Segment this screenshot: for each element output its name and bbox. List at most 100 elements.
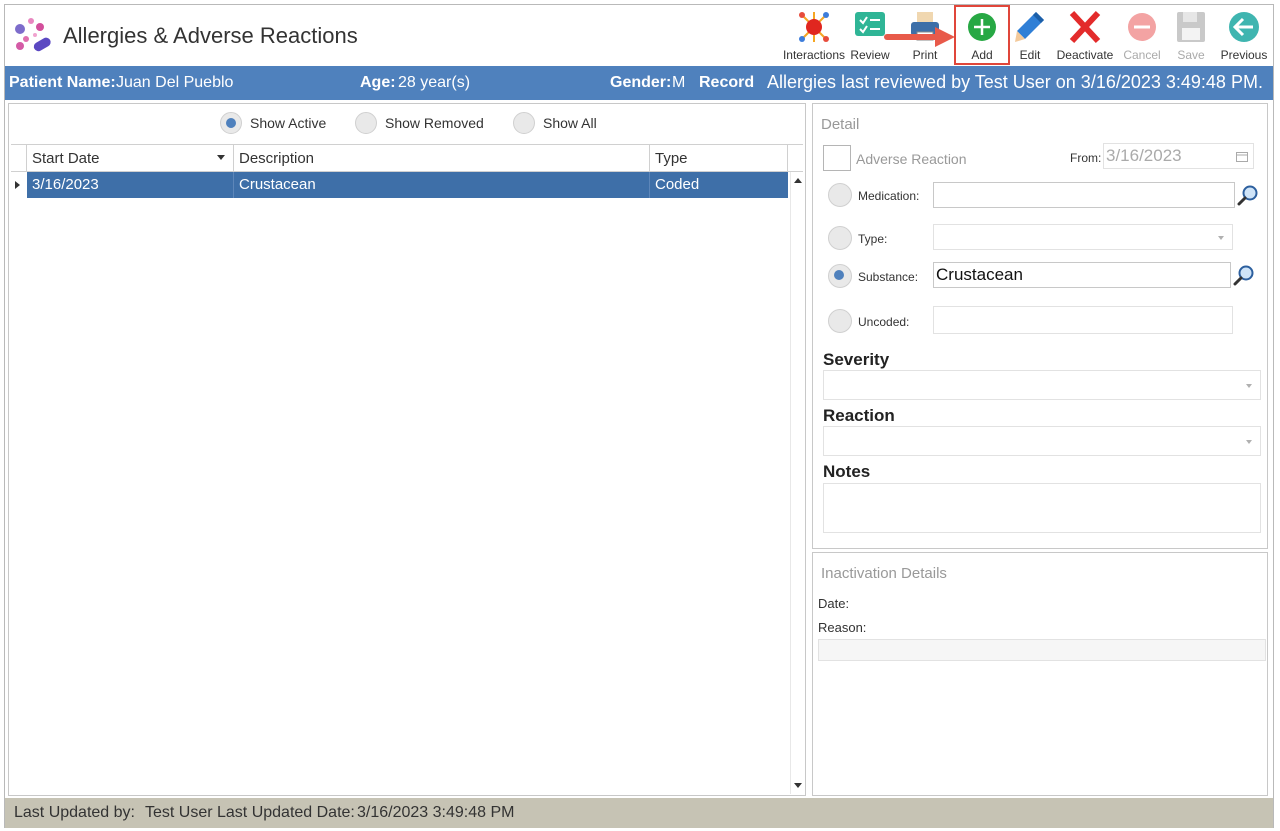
notes-label: Notes: [823, 462, 871, 481]
scroll-up-icon[interactable]: [794, 178, 802, 183]
edit-button[interactable]: Edit: [1010, 7, 1050, 63]
column-label: Start Date: [32, 150, 100, 167]
inactivation-reason-field: [818, 639, 1266, 661]
last-updated-date-value: 3/16/2023 3:49:48 PM: [357, 804, 515, 821]
save-floppy-icon: [1177, 12, 1205, 42]
severity-label: Severity: [823, 350, 890, 369]
uncoded-label: Uncoded:: [858, 315, 910, 329]
substance-input[interactable]: Crustacean: [933, 262, 1231, 288]
inactivation-reason-label: Reason:: [818, 620, 867, 635]
scroll-down-icon[interactable]: [794, 783, 802, 788]
column-header-description[interactable]: Description: [234, 145, 650, 172]
last-reviewed-text: Allergies last reviewed by Test User on …: [767, 72, 1263, 92]
calendar-icon[interactable]: [1236, 151, 1248, 162]
current-row-indicator-icon: [15, 181, 20, 189]
type-radio[interactable]: [828, 226, 852, 250]
severity-dropdown[interactable]: [823, 370, 1261, 400]
radio-indicator: [220, 112, 242, 134]
sort-descending-icon: [217, 155, 225, 160]
detail-title: Detail: [821, 116, 860, 133]
row-header-cell: [11, 145, 27, 172]
medication-input[interactable]: [933, 182, 1235, 208]
substance-radio[interactable]: [828, 264, 852, 288]
column-label: Description: [239, 150, 315, 167]
status-footer: Last Updated by: Test User Last Updated …: [5, 798, 1273, 828]
last-updated-by-label: Last Updated by:: [14, 804, 135, 821]
last-updated-date-label: Last Updated Date:: [217, 804, 355, 821]
reaction-label: Reaction: [823, 406, 895, 425]
cancel-label: Cancel: [1123, 48, 1161, 62]
adverse-reaction-checkbox[interactable]: [823, 145, 851, 171]
add-label: Add: [971, 48, 993, 62]
radio-indicator: [355, 112, 377, 134]
inactivation-date-label: Date:: [818, 596, 850, 611]
show-active-label: Show Active: [250, 115, 327, 131]
notes-textarea[interactable]: [823, 483, 1261, 533]
deactivate-x-icon: [1069, 10, 1101, 44]
chevron-down-icon: [1246, 440, 1252, 444]
patient-age: 28 year(s): [398, 74, 471, 91]
substance-search-icon[interactable]: [1233, 264, 1255, 286]
grid-header: Start Date Description Type: [11, 145, 803, 172]
save-button[interactable]: Save: [1171, 7, 1211, 63]
uncoded-radio[interactable]: [828, 309, 852, 333]
start-date-cell: 3/16/2023: [27, 172, 234, 198]
title-bar: Allergies & Adverse Reactions Interactio…: [5, 5, 1273, 65]
patient-name-label: Patient Name:: [9, 74, 116, 91]
substance-label: Substance:: [858, 270, 919, 284]
from-date-value: 3/16/2023: [1106, 146, 1182, 165]
inactivation-details-panel: Inactivation Details Date: Reason:: [812, 552, 1268, 796]
pencil-icon: [1015, 12, 1044, 42]
interactions-button[interactable]: Interactions: [782, 7, 846, 63]
review-label: Review: [850, 48, 890, 62]
edit-label: Edit: [1019, 48, 1041, 62]
allergy-list-panel: Show Active Show Removed Show All Start …: [8, 103, 806, 796]
last-updated-by-value: Test User: [145, 804, 213, 821]
interactions-label: Interactions: [782, 48, 846, 62]
show-all-label: Show All: [543, 115, 597, 131]
type-label: Type:: [858, 232, 888, 246]
show-removed-label: Show Removed: [385, 115, 484, 131]
allergy-grid: Start Date Description Type 3/16/2023 Cr…: [11, 144, 804, 794]
chevron-down-icon: [1246, 384, 1252, 388]
column-header-start-date[interactable]: Start Date: [27, 145, 234, 172]
add-plus-icon: [968, 13, 996, 41]
annotation-arrow: [884, 27, 955, 47]
cancel-button[interactable]: Cancel: [1120, 7, 1164, 63]
previous-label: Previous: [1220, 48, 1268, 62]
previous-arrow-icon: [1229, 12, 1259, 42]
table-row[interactable]: 3/16/2023 Crustacean Coded: [27, 172, 788, 198]
type-cell: Coded: [655, 176, 700, 193]
deactivate-label: Deactivate: [1056, 48, 1114, 62]
uncoded-input[interactable]: [933, 306, 1233, 334]
chevron-down-icon: [1218, 236, 1224, 240]
pills-logo-icon: [15, 18, 51, 52]
cancel-minus-icon: [1128, 13, 1156, 41]
allergies-window: Allergies & Adverse Reactions Interactio…: [4, 4, 1274, 828]
column-header-type[interactable]: Type: [650, 145, 788, 172]
patient-banner: Patient Name: Juan Del Pueblo Age: 28 ye…: [5, 66, 1273, 100]
adverse-reaction-label: Adverse Reaction: [856, 151, 967, 167]
description-cell: Crustacean: [234, 172, 650, 198]
vertical-scrollbar[interactable]: [790, 172, 804, 794]
medication-radio[interactable]: [828, 183, 852, 207]
reaction-dropdown[interactable]: [823, 426, 1261, 456]
deactivate-button[interactable]: Deactivate: [1053, 7, 1117, 63]
detail-panel: Detail Adverse Reaction From: 3/16/2023 …: [812, 103, 1268, 549]
radio-indicator: [513, 112, 535, 134]
type-dropdown[interactable]: [933, 224, 1233, 250]
from-date-field[interactable]: 3/16/2023: [1103, 143, 1254, 169]
save-label: Save: [1177, 48, 1205, 62]
previous-button[interactable]: Previous: [1217, 7, 1271, 63]
gender-label: Gender:: [610, 74, 672, 91]
medication-search-icon[interactable]: [1237, 184, 1259, 206]
age-label: Age:: [360, 74, 396, 91]
record-label: Record: [699, 74, 755, 91]
add-button[interactable]: Add: [954, 5, 1010, 65]
patient-name: Juan Del Pueblo: [116, 74, 234, 91]
inactivation-title: Inactivation Details: [821, 565, 947, 582]
medication-label: Medication:: [858, 189, 920, 203]
patient-gender: M: [672, 74, 686, 91]
interactions-icon: [799, 12, 829, 42]
window-title: Allergies & Adverse Reactions: [63, 23, 358, 48]
